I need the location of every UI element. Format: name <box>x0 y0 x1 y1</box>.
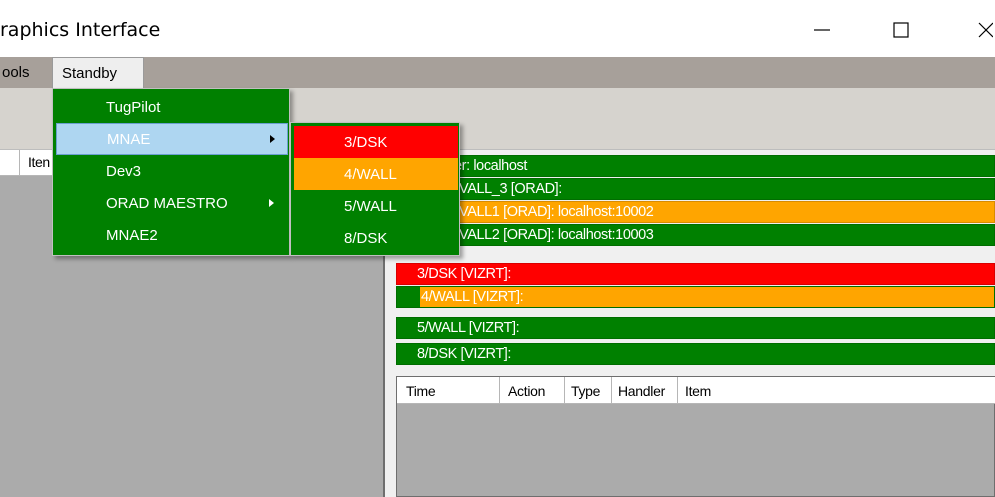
status-row-label: VALL_3 [ORAD]: <box>459 181 562 197</box>
menu-item-label: MNAE <box>107 130 151 148</box>
menu-item-mnae[interactable]: MNAE <box>56 123 288 155</box>
status-row-fill: 4/WALL [VIZRT]: <box>420 287 994 307</box>
log-column-time[interactable]: Time <box>406 377 436 404</box>
mnae-submenu: 3/DSK 4/WALL 5/WALL 8/DSK <box>290 122 460 256</box>
column-separator[interactable] <box>564 377 565 404</box>
close-icon <box>978 22 993 38</box>
status-row-label: er: localhost <box>454 158 527 174</box>
status-row-wall1-orad[interactable]: VALL1 [ORAD]: localhost:10002 <box>396 201 995 223</box>
log-column-action[interactable]: Action <box>508 377 545 404</box>
status-row-label: 5/WALL [VIZRT]: <box>417 320 520 336</box>
status-row-label: 3/DSK [VIZRT]: <box>417 266 512 282</box>
submenu-arrow-icon <box>269 199 274 207</box>
menu-item-label: Dev3 <box>106 162 142 180</box>
status-row-marker <box>397 287 420 307</box>
status-row-label: VALL2 [ORAD]: localhost:10003 <box>459 227 654 243</box>
status-row-3dsk-vizrt[interactable]: 3/DSK [VIZRT]: <box>396 263 995 285</box>
status-row-label: 8/DSK [VIZRT]: <box>417 346 512 362</box>
submenu-item-4wall[interactable]: 4/WALL <box>294 158 458 190</box>
status-row-wall3-orad[interactable]: VALL_3 [ORAD]: <box>396 178 995 200</box>
minimize-icon <box>814 29 830 31</box>
standby-dropdown: TugPilot MNAE Dev3 ORAD MAESTRO MNAE2 <box>52 88 290 256</box>
menu-item-label: ORAD MAESTRO <box>106 194 228 212</box>
submenu-item-3dsk[interactable]: 3/DSK <box>294 126 458 158</box>
submenu-item-label: 8/DSK <box>344 229 388 247</box>
status-row-server[interactable]: er: localhost <box>396 155 995 177</box>
status-row-8dsk-vizrt[interactable]: 8/DSK [VIZRT]: <box>396 343 995 365</box>
maximize-button[interactable] <box>886 16 916 44</box>
column-separator[interactable] <box>19 150 20 176</box>
column-header-item[interactable]: Iten <box>28 154 50 170</box>
submenu-item-label: 5/WALL <box>344 197 397 215</box>
menu-item-tugpilot[interactable]: TugPilot <box>56 91 288 123</box>
log-header: Time Action Type Handler Item <box>397 377 995 404</box>
window-title: raphics Interface <box>0 19 161 41</box>
menu-standby[interactable]: Standby <box>52 57 144 88</box>
submenu-item-label: 3/DSK <box>344 133 388 151</box>
submenu-arrow-icon <box>270 135 275 143</box>
status-row-label: VALL1 [ORAD]: localhost:10002 <box>459 204 654 220</box>
column-separator[interactable] <box>499 377 500 404</box>
menu-tools[interactable]: ools <box>2 57 30 88</box>
maximize-icon <box>893 22 909 38</box>
close-button[interactable] <box>970 16 995 44</box>
menu-item-mnae2[interactable]: MNAE2 <box>56 219 288 251</box>
status-row-label: 4/WALL [VIZRT]: <box>421 289 524 305</box>
log-panel[interactable]: Time Action Type Handler Item <box>396 376 995 497</box>
log-column-handler[interactable]: Handler <box>618 377 665 404</box>
log-column-item[interactable]: Item <box>685 377 711 404</box>
status-row-5wall-vizrt[interactable]: 5/WALL [VIZRT]: <box>396 317 995 339</box>
menu-bar: ools Standby <box>0 57 995 88</box>
log-column-type[interactable]: Type <box>571 377 600 404</box>
column-separator[interactable] <box>677 377 678 404</box>
submenu-item-8dsk[interactable]: 8/DSK <box>294 222 458 254</box>
menu-item-label: MNAE2 <box>106 226 158 244</box>
submenu-item-label: 4/WALL <box>344 165 397 183</box>
status-row-wall2-orad[interactable]: VALL2 [ORAD]: localhost:10003 <box>396 224 995 246</box>
submenu-item-5wall[interactable]: 5/WALL <box>294 190 458 222</box>
column-separator[interactable] <box>611 377 612 404</box>
title-bar: raphics Interface <box>0 0 995 57</box>
status-row-4wall-vizrt[interactable]: 4/WALL [VIZRT]: <box>396 286 995 308</box>
menu-item-dev3[interactable]: Dev3 <box>56 155 288 187</box>
menu-item-orad-maestro[interactable]: ORAD MAESTRO <box>56 187 288 219</box>
menu-item-label: TugPilot <box>106 98 161 116</box>
minimize-button[interactable] <box>807 16 837 44</box>
